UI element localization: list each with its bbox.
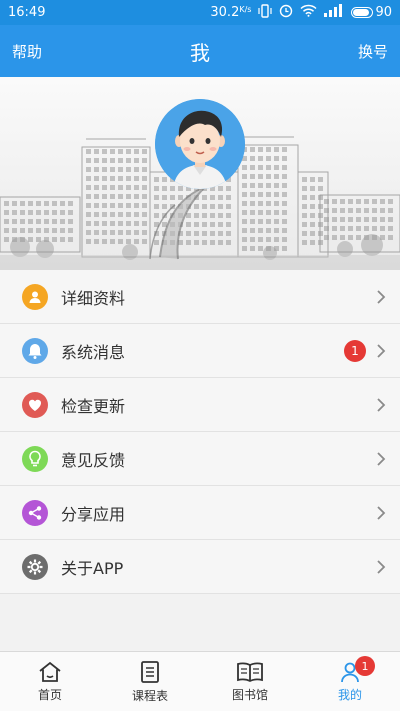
status-time: 16:49 — [8, 5, 46, 20]
book-icon — [237, 661, 263, 682]
heart-icon — [22, 391, 48, 418]
tab-badge: 1 — [355, 656, 375, 676]
bottom-tab-bar: 首页 课程表 图书馆 我的 1 — [0, 651, 400, 711]
status-bar: 16:49 30.2K/s 90 — [0, 0, 400, 25]
tab-label: 首页 — [37, 687, 62, 702]
tab-schedule[interactable]: 课程表 — [100, 652, 200, 711]
alarm-icon — [279, 4, 293, 22]
chevron-right-icon — [377, 289, 386, 304]
tab-label: 课程表 — [131, 688, 168, 703]
help-button[interactable]: 帮助 — [12, 41, 42, 62]
tab-label: 图书馆 — [231, 687, 268, 702]
tab-home[interactable]: 首页 — [0, 652, 100, 711]
settings-menu: 详细资料 系统消息 1 检查更新 意见反馈 分享应用 关于APP — [0, 270, 400, 594]
menu-label: 意见反馈 — [61, 450, 126, 470]
app-bar: 帮助 我 换号 — [0, 25, 400, 77]
signal-icon — [324, 4, 344, 21]
menu-item-messages[interactable]: 系统消息 1 — [0, 324, 400, 378]
bulb-icon — [22, 445, 48, 472]
battery-level: 90 — [375, 5, 392, 20]
network-speed: 30.2K/s — [210, 5, 252, 20]
profile-icon — [22, 283, 48, 310]
wifi-icon — [300, 4, 317, 21]
chevron-right-icon — [377, 397, 386, 412]
tab-mine[interactable]: 我的 1 — [300, 652, 400, 711]
menu-item-check-update[interactable]: 检查更新 — [0, 378, 400, 432]
home-icon — [39, 661, 61, 682]
menu-item-about[interactable]: 关于APP — [0, 540, 400, 594]
switch-account-button[interactable]: 换号 — [358, 41, 388, 62]
menu-label: 关于APP — [61, 558, 124, 578]
battery-icon: 90 — [351, 5, 392, 20]
tab-label: 我的 — [337, 687, 362, 702]
bell-icon — [22, 337, 48, 364]
boy-avatar-icon — [155, 99, 245, 189]
tab-library[interactable]: 图书馆 — [200, 652, 300, 711]
gear-icon — [22, 553, 48, 580]
share-icon — [22, 499, 48, 526]
status-icons: 30.2K/s 90 — [210, 3, 392, 22]
unread-badge: 1 — [344, 339, 366, 362]
menu-label: 检查更新 — [61, 396, 126, 416]
menu-label: 详细资料 — [61, 288, 126, 308]
chevron-right-icon — [377, 451, 386, 466]
schedule-icon — [141, 660, 159, 683]
menu-item-profile[interactable]: 详细资料 — [0, 270, 400, 324]
menu-label: 分享应用 — [61, 504, 126, 524]
vibrate-icon — [258, 3, 273, 22]
chevron-right-icon — [377, 343, 386, 358]
avatar[interactable] — [155, 99, 245, 189]
menu-item-share[interactable]: 分享应用 — [0, 486, 400, 540]
chevron-right-icon — [377, 505, 386, 520]
page-title: 我 — [190, 40, 210, 65]
menu-label: 系统消息 — [61, 342, 126, 362]
menu-item-feedback[interactable]: 意见反馈 — [0, 432, 400, 486]
chevron-right-icon — [377, 559, 386, 574]
